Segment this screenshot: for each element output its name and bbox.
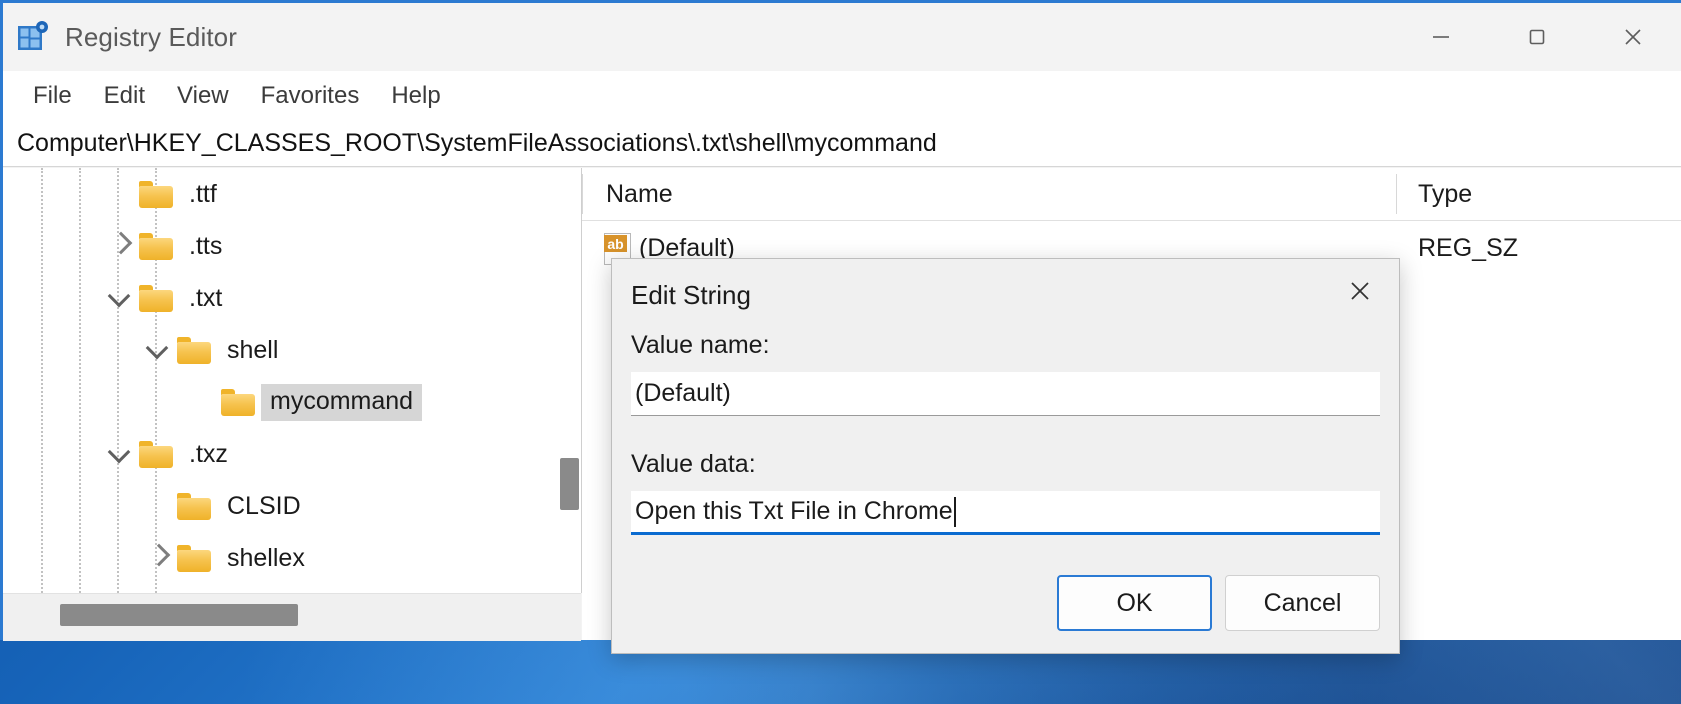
tree-item[interactable]: .tzst: [3, 584, 581, 593]
tree-leaf-spacer: [175, 376, 215, 428]
edit-string-dialog: Edit String Value name: (Default) Value …: [611, 258, 1400, 654]
value-type-text: REG_SZ: [1418, 234, 1518, 263]
window-title-bar: Registry Editor: [3, 3, 1681, 71]
folder-icon: [139, 233, 173, 260]
minimize-button[interactable]: [1393, 3, 1489, 71]
values-list-header: Name Type: [582, 168, 1681, 221]
column-divider-type[interactable]: [1396, 174, 1397, 214]
chevron-down-icon[interactable]: [99, 428, 139, 480]
value-name-label: Value name:: [631, 331, 1380, 360]
maximize-button[interactable]: [1489, 3, 1585, 71]
value-name-input-text: (Default): [635, 379, 731, 408]
menu-item-help[interactable]: Help: [375, 78, 456, 114]
dialog-body: Value name: (Default) Value data: Open t…: [612, 331, 1399, 535]
column-divider-left[interactable]: [582, 174, 583, 214]
registry-tree-pane[interactable]: .ttf .tts .txt shell mycommand .txz CLSID shell…: [3, 168, 582, 593]
tree-item[interactable]: .tts: [3, 220, 581, 272]
tree-item-label: .tts: [184, 232, 227, 261]
registry-tree: .ttf .tts .txt shell mycommand .txz CLSID shell…: [3, 168, 581, 593]
menu-bar: File Edit View Favorites Help: [3, 71, 1681, 121]
dialog-close-icon[interactable]: [1321, 259, 1399, 323]
tree-item[interactable]: .txz: [3, 428, 581, 480]
tree-vertical-scrollbar-thumb[interactable]: [560, 458, 579, 510]
tree-vertical-scrollbar[interactable]: [559, 168, 581, 593]
tree-leaf-spacer: [99, 168, 139, 220]
tree-item-label: shell: [222, 336, 283, 365]
window-title: Registry Editor: [65, 22, 237, 53]
column-header-name[interactable]: Name: [606, 180, 673, 209]
tree-item-label: .txz: [184, 440, 233, 469]
folder-icon: [177, 493, 211, 520]
dialog-field-gap: [631, 416, 1380, 450]
tree-item[interactable]: mycommand: [3, 376, 581, 428]
value-data-label: Value data:: [631, 450, 1380, 479]
tree-item[interactable]: shell: [3, 324, 581, 376]
menu-item-favorites[interactable]: Favorites: [245, 78, 376, 114]
tree-item-label: mycommand: [261, 384, 422, 421]
value-name-input[interactable]: (Default): [631, 372, 1380, 416]
tree-item-label: .txt: [184, 284, 227, 313]
window-controls: [1393, 3, 1681, 71]
tree-horizontal-scrollbar[interactable]: [3, 593, 581, 641]
chevron-right-icon[interactable]: [99, 584, 139, 593]
tree-item[interactable]: .ttf: [3, 168, 581, 220]
folder-icon: [177, 545, 211, 572]
folder-icon: [139, 285, 173, 312]
tree-leaf-spacer: [137, 480, 177, 532]
menu-item-file[interactable]: File: [17, 78, 88, 114]
folder-icon: [139, 441, 173, 468]
folder-icon: [177, 337, 211, 364]
tree-item[interactable]: .txt: [3, 272, 581, 324]
tree-item-label: .ttf: [184, 180, 222, 209]
dialog-button-row: OK Cancel: [1057, 575, 1380, 631]
menu-item-view[interactable]: View: [161, 78, 245, 114]
value-data-input-text: Open this Txt File in Chrome: [635, 497, 953, 526]
folder-icon: [221, 389, 255, 416]
tree-item[interactable]: shellex: [3, 532, 581, 584]
value-data-input[interactable]: Open this Txt File in Chrome: [631, 491, 1380, 535]
address-bar[interactable]: Computer\HKEY_CLASSES_ROOT\SystemFileAss…: [3, 121, 1681, 167]
text-cursor: [954, 497, 956, 527]
column-header-type[interactable]: Type: [1418, 180, 1472, 209]
tree-item[interactable]: CLSID: [3, 480, 581, 532]
chevron-right-icon[interactable]: [137, 532, 177, 584]
ok-button[interactable]: OK: [1057, 575, 1212, 631]
chevron-down-icon[interactable]: [137, 324, 177, 376]
registry-editor-icon: [15, 19, 51, 55]
menu-item-edit[interactable]: Edit: [88, 78, 161, 114]
chevron-right-icon[interactable]: [99, 220, 139, 272]
tree-item-label: shellex: [222, 544, 310, 573]
folder-icon: [139, 181, 173, 208]
address-bar-path: Computer\HKEY_CLASSES_ROOT\SystemFileAss…: [17, 129, 937, 158]
dialog-title: Edit String: [631, 280, 751, 311]
close-button[interactable]: [1585, 3, 1681, 71]
dialog-title-bar: Edit String: [612, 259, 1399, 331]
tree-horizontal-scrollbar-thumb[interactable]: [60, 604, 298, 626]
cancel-button[interactable]: Cancel: [1225, 575, 1380, 631]
tree-item-label: CLSID: [222, 492, 306, 521]
chevron-down-icon[interactable]: [99, 272, 139, 324]
